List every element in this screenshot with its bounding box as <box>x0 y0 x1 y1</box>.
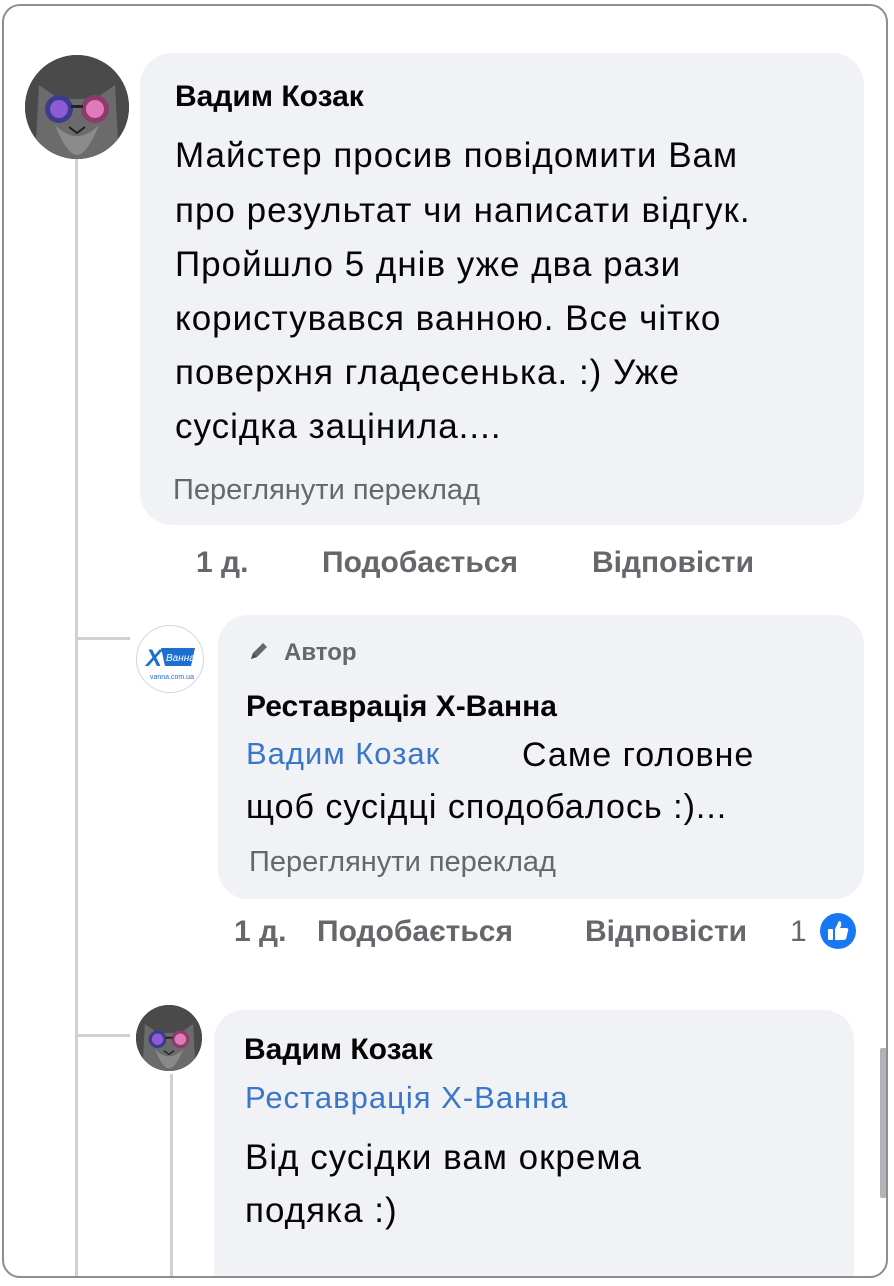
thread-connector-2 <box>78 1034 130 1037</box>
reply-timestamp[interactable]: 1 д. <box>234 915 286 949</box>
comment-timestamp[interactable]: 1 д. <box>196 546 248 580</box>
avatar[interactable] <box>25 55 129 159</box>
svg-text:X: X <box>144 645 164 672</box>
avatar[interactable] <box>136 1005 202 1071</box>
thread-connector-1 <box>78 637 130 640</box>
like-thumb-icon[interactable] <box>819 912 857 950</box>
mention-link[interactable]: Вадим Козак <box>246 736 440 772</box>
reply-button[interactable]: Відповісти <box>592 546 754 580</box>
reply-text-line: подяка :) <box>245 1191 398 1230</box>
comment-bubble <box>140 53 864 525</box>
comment-text-line: про результат чи написати відгук. <box>175 191 751 230</box>
comment-text-line: користувався ванною. Все чітко <box>175 299 722 338</box>
reply-author[interactable]: Реставрація X-Ванна <box>246 690 557 724</box>
reply-text-line: Від сусідки вам окрема <box>245 1138 642 1177</box>
comment-text-line: поверхня гладесенька. :) Уже <box>175 353 681 392</box>
reply-author[interactable]: Вадим Козак <box>244 1033 433 1067</box>
like-button[interactable]: Подобається <box>317 915 513 949</box>
reply-text-line: щоб сусідці сподобалось :)... <box>246 788 728 826</box>
svg-text:vanna.com.ua: vanna.com.ua <box>150 674 194 681</box>
mention-link[interactable]: Реставрація X-Ванна <box>245 1080 569 1116</box>
see-translation-link[interactable]: Переглянути переклад <box>173 474 480 507</box>
reply-text-line: Саме головне <box>522 736 755 774</box>
comment-text-line: Майстер просив повідомити Вам <box>175 136 739 175</box>
cat-avatar-image <box>25 55 129 159</box>
svg-text:Ванна: Ванна <box>166 653 195 664</box>
scrollbar[interactable] <box>880 1048 886 1198</box>
comment-text-line: сусідка зацінила.... <box>175 407 502 446</box>
thread-line-reply2 <box>170 1074 173 1276</box>
comment-author[interactable]: Вадим Козак <box>175 80 364 114</box>
reply-button[interactable]: Відповісти <box>585 915 747 949</box>
comments-panel: Вадим Козак Майстер просив повідомити Ва… <box>2 4 888 1278</box>
like-button[interactable]: Подобається <box>322 546 518 580</box>
author-badge: Автор <box>284 639 357 666</box>
thread-line-main <box>75 156 78 1276</box>
comment-text-line: Пройшло 5 днів уже два рази <box>175 245 682 284</box>
see-translation-link[interactable]: Переглянути переклад <box>249 846 556 879</box>
x-vanna-logo-image: X Ванна vanna.com.ua <box>138 627 202 691</box>
cat-avatar-image <box>136 1005 202 1071</box>
reaction-count[interactable]: 1 <box>790 915 807 949</box>
page-avatar[interactable]: X Ванна vanna.com.ua <box>136 625 204 693</box>
pencil-icon <box>248 640 270 662</box>
